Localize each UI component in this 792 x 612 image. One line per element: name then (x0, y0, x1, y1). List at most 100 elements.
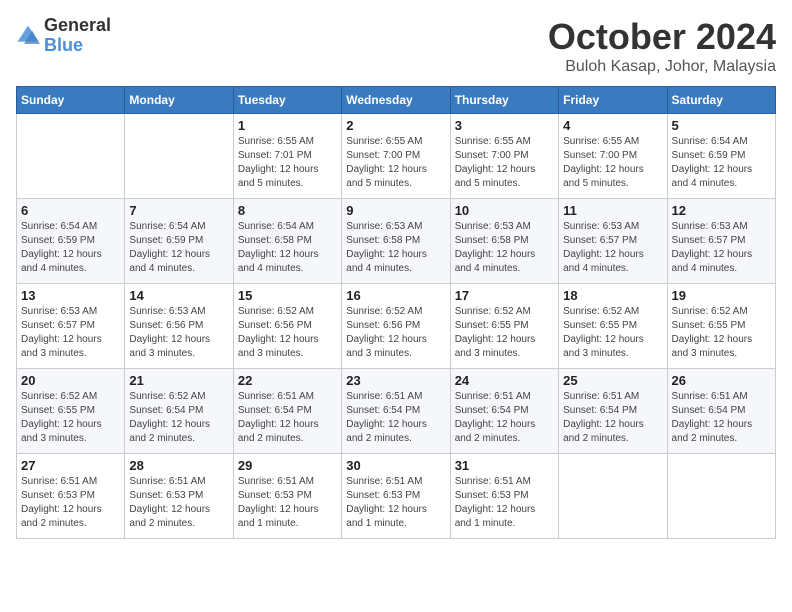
calendar-cell: 15 Sunrise: 6:52 AM Sunset: 6:56 PM Dayli… (233, 284, 341, 369)
calendar-cell: 31Sunrise: 6:51 AM Sunset: 6:53 PM Dayli… (450, 454, 558, 539)
calendar: SundayMondayTuesdayWednesdayThursdayFrid… (16, 86, 776, 539)
calendar-cell: 27 Sunrise: 6:51 AM Sunset: 6:53 PM Dayli… (17, 454, 125, 539)
calendar-cell (125, 114, 233, 199)
day-number: 15 (238, 288, 337, 303)
calendar-cell: 25 Sunrise: 6:51 AM Sunset: 6:54 PM Dayli… (559, 369, 667, 454)
location-title: Buloh Kasap, Johor, Malaysia (548, 58, 776, 76)
day-number: 8 (238, 203, 337, 218)
day-number: 7 (129, 203, 228, 218)
day-info: Sunrise: 6:52 AM Sunset: 6:54 PM Dayligh… (129, 390, 228, 446)
day-info: Sunrise: 6:53 AM Sunset: 6:57 PM Dayligh… (672, 220, 771, 276)
day-info: Sunrise: 6:54 AM Sunset: 6:58 PM Dayligh… (238, 220, 337, 276)
calendar-cell: 13 Sunrise: 6:53 AM Sunset: 6:57 PM Dayli… (17, 284, 125, 369)
day-header-tuesday: Tuesday (233, 87, 341, 114)
calendar-cell: 7 Sunrise: 6:54 AM Sunset: 6:59 PM Daylig… (125, 199, 233, 284)
day-info: Sunrise: 6:52 AM Sunset: 6:55 PM Dayligh… (455, 305, 554, 361)
day-header-wednesday: Wednesday (342, 87, 450, 114)
day-number: 20 (21, 373, 120, 388)
day-number: 28 (129, 458, 228, 473)
month-title: October 2024 (548, 16, 776, 58)
day-info: Sunrise: 6:51 AM Sunset: 6:54 PM Dayligh… (238, 390, 337, 446)
calendar-cell: 9Sunrise: 6:53 AM Sunset: 6:58 PM Daylig… (342, 199, 450, 284)
day-number: 29 (238, 458, 337, 473)
calendar-cell: 18 Sunrise: 6:52 AM Sunset: 6:55 PM Dayli… (559, 284, 667, 369)
calendar-cell (17, 114, 125, 199)
day-number: 31 (455, 458, 554, 473)
day-header-monday: Monday (125, 87, 233, 114)
calendar-cell: 19 Sunrise: 6:52 AM Sunset: 6:55 PM Dayli… (667, 284, 775, 369)
day-number: 17 (455, 288, 554, 303)
day-info: Sunrise: 6:51 AM Sunset: 6:54 PM Dayligh… (672, 390, 771, 446)
day-info: Sunrise: 6:51 AM Sunset: 6:53 PM Dayligh… (346, 475, 445, 531)
day-number: 27 (21, 458, 120, 473)
day-header-thursday: Thursday (450, 87, 558, 114)
calendar-cell (559, 454, 667, 539)
day-info: Sunrise: 6:51 AM Sunset: 6:54 PM Dayligh… (563, 390, 662, 446)
day-info: Sunrise: 6:52 AM Sunset: 6:56 PM Dayligh… (238, 305, 337, 361)
day-number: 22 (238, 373, 337, 388)
day-info: Sunrise: 6:53 AM Sunset: 6:57 PM Dayligh… (21, 305, 120, 361)
day-number: 14 (129, 288, 228, 303)
calendar-cell: 3Sunrise: 6:55 AM Sunset: 7:00 PM Daylig… (450, 114, 558, 199)
day-number: 19 (672, 288, 771, 303)
calendar-cell: 24 Sunrise: 6:51 AM Sunset: 6:54 PM Dayli… (450, 369, 558, 454)
calendar-cell: 14 Sunrise: 6:53 AM Sunset: 6:56 PM Dayli… (125, 284, 233, 369)
day-number: 18 (563, 288, 662, 303)
day-number: 11 (563, 203, 662, 218)
day-number: 4 (563, 118, 662, 133)
calendar-cell: 30 Sunrise: 6:51 AM Sunset: 6:53 PM Dayli… (342, 454, 450, 539)
calendar-cell: 4Sunrise: 6:55 AM Sunset: 7:00 PM Daylig… (559, 114, 667, 199)
day-number: 30 (346, 458, 445, 473)
calendar-cell: 20 Sunrise: 6:52 AM Sunset: 6:55 PM Dayli… (17, 369, 125, 454)
day-number: 13 (21, 288, 120, 303)
calendar-cell: 21 Sunrise: 6:52 AM Sunset: 6:54 PM Dayli… (125, 369, 233, 454)
day-info: Sunrise: 6:55 AM Sunset: 7:01 PM Dayligh… (238, 135, 337, 191)
calendar-cell: 12 Sunrise: 6:53 AM Sunset: 6:57 PM Dayli… (667, 199, 775, 284)
day-info: Sunrise: 6:51 AM Sunset: 6:53 PM Dayligh… (238, 475, 337, 531)
calendar-cell: 17 Sunrise: 6:52 AM Sunset: 6:55 PM Dayli… (450, 284, 558, 369)
day-number: 23 (346, 373, 445, 388)
day-number: 25 (563, 373, 662, 388)
day-info: Sunrise: 6:52 AM Sunset: 6:56 PM Dayligh… (346, 305, 445, 361)
day-info: Sunrise: 6:52 AM Sunset: 6:55 PM Dayligh… (563, 305, 662, 361)
calendar-cell: 23 Sunrise: 6:51 AM Sunset: 6:54 PM Dayli… (342, 369, 450, 454)
day-number: 10 (455, 203, 554, 218)
day-info: Sunrise: 6:53 AM Sunset: 6:58 PM Dayligh… (455, 220, 554, 276)
day-info: Sunrise: 6:51 AM Sunset: 6:54 PM Dayligh… (346, 390, 445, 446)
day-info: Sunrise: 6:51 AM Sunset: 6:53 PM Dayligh… (21, 475, 120, 531)
calendar-cell: 2Sunrise: 6:55 AM Sunset: 7:00 PM Daylig… (342, 114, 450, 199)
day-number: 6 (21, 203, 120, 218)
day-info: Sunrise: 6:52 AM Sunset: 6:55 PM Dayligh… (672, 305, 771, 361)
calendar-cell: 16 Sunrise: 6:52 AM Sunset: 6:56 PM Dayli… (342, 284, 450, 369)
day-info: Sunrise: 6:52 AM Sunset: 6:55 PM Dayligh… (21, 390, 120, 446)
calendar-cell: 5 Sunrise: 6:54 AM Sunset: 6:59 PM Daylig… (667, 114, 775, 199)
day-number: 5 (672, 118, 771, 133)
day-info: Sunrise: 6:54 AM Sunset: 6:59 PM Dayligh… (129, 220, 228, 276)
day-info: Sunrise: 6:54 AM Sunset: 6:59 PM Dayligh… (672, 135, 771, 191)
calendar-cell: 10 Sunrise: 6:53 AM Sunset: 6:58 PM Dayli… (450, 199, 558, 284)
calendar-cell: 28 Sunrise: 6:51 AM Sunset: 6:53 PM Dayli… (125, 454, 233, 539)
day-info: Sunrise: 6:53 AM Sunset: 6:56 PM Dayligh… (129, 305, 228, 361)
day-number: 3 (455, 118, 554, 133)
day-info: Sunrise: 6:55 AM Sunset: 7:00 PM Dayligh… (346, 135, 445, 191)
calendar-cell: 22 Sunrise: 6:51 AM Sunset: 6:54 PM Dayli… (233, 369, 341, 454)
day-number: 12 (672, 203, 771, 218)
day-header-saturday: Saturday (667, 87, 775, 114)
day-info: Sunrise: 6:51 AM Sunset: 6:53 PM Dayligh… (129, 475, 228, 531)
calendar-cell: 29 Sunrise: 6:51 AM Sunset: 6:53 PM Dayli… (233, 454, 341, 539)
logo-blue: Blue (44, 36, 111, 56)
calendar-cell: 8 Sunrise: 6:54 AM Sunset: 6:58 PM Daylig… (233, 199, 341, 284)
calendar-cell: 26Sunrise: 6:51 AM Sunset: 6:54 PM Dayli… (667, 369, 775, 454)
calendar-cell (667, 454, 775, 539)
day-number: 24 (455, 373, 554, 388)
day-number: 16 (346, 288, 445, 303)
day-info: Sunrise: 6:53 AM Sunset: 6:58 PM Dayligh… (346, 220, 445, 276)
day-info: Sunrise: 6:54 AM Sunset: 6:59 PM Dayligh… (21, 220, 120, 276)
calendar-cell: 1 Sunrise: 6:55 AM Sunset: 7:01 PM Daylig… (233, 114, 341, 199)
logo-icon (16, 24, 40, 48)
day-info: Sunrise: 6:51 AM Sunset: 6:54 PM Dayligh… (455, 390, 554, 446)
day-number: 1 (238, 118, 337, 133)
day-info: Sunrise: 6:53 AM Sunset: 6:57 PM Dayligh… (563, 220, 662, 276)
day-number: 21 (129, 373, 228, 388)
logo: General Blue (16, 16, 111, 56)
